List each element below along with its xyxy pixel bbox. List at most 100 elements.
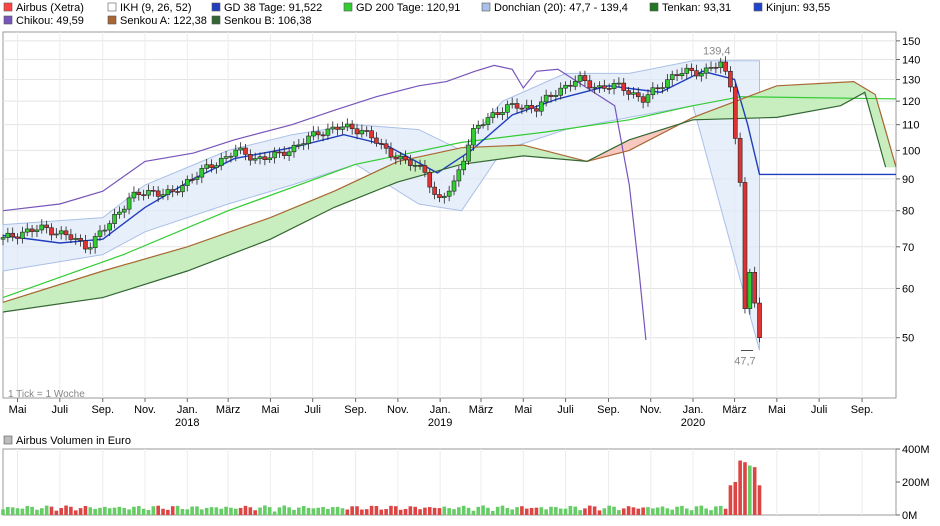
ichimoku-cloud-segment [482,146,489,162]
volume-bar [15,508,20,515]
volume-bar [680,505,684,515]
candle-body [640,96,646,103]
ichimoku-cloud-segment [521,144,527,157]
ichimoku-cloud-segment [453,148,460,167]
volume-bar [253,510,257,515]
candle-body [374,137,379,144]
x-tick-label: Jan. [430,404,451,416]
candle-body [563,84,568,89]
ichimoku-cloud-segment [492,145,498,161]
candle-body [446,190,452,197]
ichimoku-cloud-segment [162,251,169,279]
ichimoku-cloud-segment [56,283,62,305]
candle-body [742,182,748,309]
candle-body [577,75,583,82]
volume-bar [141,508,146,515]
ichimoku-cloud-segment [250,222,256,247]
legend-swatch [3,2,13,12]
ichimoku-cloud-segment [274,213,280,238]
candle-body [160,194,166,197]
candle-body [286,151,292,156]
volume-title: Airbus Volumen in Euro [16,435,131,447]
ichimoku-cloud-segment [390,161,397,185]
volume-bar [35,509,39,515]
candle-body [718,61,724,69]
ichimoku-cloud-segment [414,156,421,178]
candle-body [592,86,597,89]
ichimoku-cloud-segment [254,220,261,246]
candle-body [335,126,340,130]
x-tick-label: Sep. [851,404,874,416]
legend-label: Chikou: 49,59 [16,15,84,27]
candle-body [165,189,171,195]
volume-bar [54,510,59,515]
volume-bar [175,505,180,515]
volume-bar [93,508,97,515]
ichimoku-cloud-segment [220,232,227,258]
candle-body [597,85,602,88]
volume-bar [568,505,573,515]
volume-bar [704,508,708,515]
ichimoku-cloud-segment [381,166,387,189]
candle-body [54,233,59,236]
volume-bar [689,510,694,515]
volume-bar [44,505,49,515]
volume-bar [442,506,447,515]
candle-body [315,131,321,136]
volume-bar [757,485,762,515]
volume-bar [39,508,44,515]
volume-bar [292,509,296,515]
volume-bar [723,508,728,515]
volume-bar [204,507,209,515]
candle-body [228,155,234,158]
candle-body [320,134,326,137]
ichimoku-cloud-segment [773,85,780,118]
volume-bar [64,505,68,515]
volume-bar [743,462,747,515]
volume-bar [573,506,578,515]
candle-body [480,124,486,127]
ichimoku-cloud-segment [90,272,96,300]
ichimoku-cloud-segment [395,160,401,184]
candle-body [296,144,302,147]
ichimoku-cloud-segment [516,144,523,157]
volume-bar [20,508,25,515]
volume-bar [486,507,490,515]
volume-bar [112,507,117,515]
volume-bar [389,505,393,515]
candle-body [223,156,229,159]
x-year-label: 2020 [681,417,705,429]
candle-body [703,67,709,74]
candle-body [107,223,112,231]
x-tick-label: Sep. [91,404,114,416]
candle-body [383,143,389,149]
ichimoku-cloud-segment [313,197,319,218]
ichimoku-cloud-segment [768,86,775,118]
x-tick-label: Jan. [683,404,704,416]
volume-bar [728,485,733,515]
volume-bar [413,506,418,515]
volume-bar [694,506,699,515]
candle-body [20,231,25,239]
ichimoku-cloud-segment [177,247,183,275]
candle-body [456,169,462,182]
volume-bar [636,508,641,515]
ichimoku-cloud-segment [191,242,198,270]
candle-body [10,232,15,238]
legend-swatch [481,2,491,12]
x-tick-label: Sep. [597,404,620,416]
volume-bar [219,508,224,515]
volume-bar [394,506,398,515]
volume-bar [30,506,34,515]
ichimoku-cloud-segment [400,159,406,182]
volume-bar [471,510,476,515]
volume-bar [180,508,185,515]
candle-body [170,189,176,192]
x-tick-label: Jan. [177,404,198,416]
candle-body [0,237,6,240]
candle-body [238,147,243,151]
volume-bar [151,506,156,515]
volume-bar [107,508,112,515]
x-tick-label: Nov. [640,404,662,416]
candle-body [723,61,728,72]
